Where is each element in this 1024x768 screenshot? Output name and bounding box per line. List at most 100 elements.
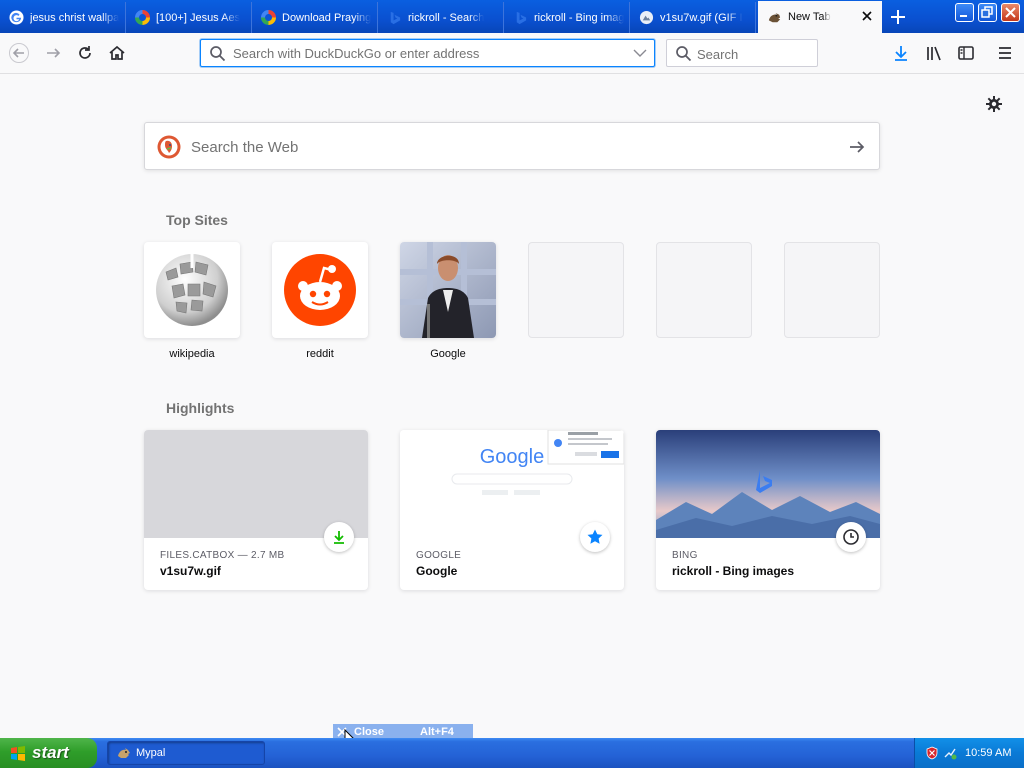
chevron-down-icon[interactable]	[633, 49, 647, 58]
navigation-toolbar	[0, 33, 1024, 74]
top-site-label: wikipedia	[169, 348, 215, 360]
tab-jesus-aesthetic[interactable]: [100+] Jesus Aes	[126, 2, 252, 33]
search-submit-arrow-icon[interactable]	[847, 137, 867, 157]
new-tab-plus-icon[interactable]	[886, 6, 910, 28]
top-site-label: reddit	[306, 348, 334, 360]
windows-taskbar: start Mypal 10:59 AM	[0, 738, 1024, 768]
highlights-heading: Highlights	[166, 400, 235, 416]
highlight-title: Google	[416, 564, 458, 578]
highlight-title: rickroll - Bing images	[672, 564, 795, 578]
highlight-card-bing[interactable]: BING rickroll - Bing images	[656, 430, 880, 590]
highlight-badge	[580, 522, 610, 552]
close-window-button[interactable]	[1001, 3, 1020, 22]
reload-icon	[79, 46, 91, 59]
gear-icon[interactable]	[985, 95, 1003, 113]
home-button[interactable]	[106, 42, 128, 64]
search-icon	[676, 46, 692, 62]
mypal-app-icon	[118, 748, 130, 758]
close-tab-icon[interactable]	[860, 9, 874, 23]
taskbar-app-label: Mypal	[136, 747, 166, 759]
address-input[interactable]	[233, 44, 623, 62]
menu-item-shortcut: Alt+F4	[420, 726, 454, 738]
tab-title: Download Praying	[282, 11, 372, 24]
library-button[interactable]	[923, 42, 945, 64]
tab-jesus-christ-wallpaper[interactable]: jesus christ wallpa	[0, 2, 126, 33]
highlight-source: GOOGLE	[416, 550, 462, 561]
top-site-empty[interactable]	[528, 242, 624, 338]
windows-flag-icon	[11, 746, 25, 761]
star-icon	[587, 529, 603, 544]
web-search-input[interactable]	[191, 137, 811, 157]
tab-title: jesus christ wallpa	[30, 11, 120, 24]
minimize-icon	[960, 15, 967, 17]
search-input[interactable]	[697, 45, 807, 63]
top-site-google[interactable]: Google	[400, 242, 496, 360]
bing-icon	[516, 11, 527, 25]
address-bar[interactable]	[200, 39, 655, 67]
tab-v1su7w-gif[interactable]: v1su7w.gif (GIF I	[630, 2, 756, 33]
wikipedia-globe-icon	[156, 254, 228, 326]
tab-title: v1su7w.gif (GIF I	[660, 11, 743, 24]
sidebar-button[interactable]	[955, 42, 977, 64]
google-wordmark: Google	[480, 446, 545, 468]
download-icon	[334, 531, 344, 544]
minimize-window-button[interactable]	[955, 3, 974, 22]
highlight-badge	[324, 522, 354, 552]
top-site-wikipedia[interactable]: wikipedia	[144, 242, 240, 360]
forward-button[interactable]	[42, 42, 64, 64]
network-status-icon[interactable]	[943, 746, 957, 760]
close-icon	[1005, 7, 1016, 18]
tab-strip: jesus christ wallpa [100+] Jesus Aes Dow…	[0, 0, 1024, 33]
top-site-reddit[interactable]: reddit	[272, 242, 368, 360]
tab-rickroll-bing-images[interactable]: rickroll - Bing imag	[504, 2, 630, 33]
reload-button[interactable]	[74, 42, 96, 64]
downloads-button[interactable]	[890, 42, 912, 64]
restore-window-button[interactable]	[978, 3, 997, 22]
system-clock: 10:59 AM	[965, 747, 1012, 759]
back-arrow-icon	[9, 43, 29, 63]
highlight-title: v1su7w.gif	[160, 564, 221, 578]
forward-arrow-icon	[47, 48, 61, 58]
tab-title: New Tab	[788, 11, 831, 23]
hamburger-menu-icon	[999, 47, 1011, 59]
tab-title: [100+] Jesus Aes	[156, 11, 241, 24]
reddit-alien-icon	[284, 254, 356, 326]
rickroll-thumbnail	[400, 242, 496, 338]
tab-download-praying[interactable]: Download Praying	[252, 2, 378, 33]
search-icon	[210, 46, 226, 62]
sidebar-icon	[958, 46, 974, 60]
chrome-ring-icon	[135, 10, 150, 25]
firefox-icon	[768, 12, 781, 22]
highlight-card-google[interactable]: Google GOOGLE Google	[400, 430, 624, 590]
security-shield-icon[interactable]	[925, 746, 939, 760]
back-button[interactable]	[8, 42, 30, 64]
system-tray: 10:59 AM	[914, 738, 1024, 768]
restore-icon	[981, 6, 993, 18]
tab-title: rickroll - Bing imag	[534, 11, 625, 24]
highlight-card-download[interactable]: FILES.CATBOX — 2.7 MB v1su7w.gif	[144, 430, 368, 590]
start-label: start	[32, 743, 69, 762]
google-g-icon	[9, 10, 24, 25]
menu-button[interactable]	[994, 42, 1016, 64]
top-sites-heading: Top Sites	[166, 212, 228, 228]
highlight-source: FILES.CATBOX — 2.7 MB	[160, 550, 285, 561]
web-search-box[interactable]	[144, 122, 880, 170]
clock-icon	[843, 529, 859, 545]
home-icon	[109, 45, 125, 60]
download-arrow-icon	[895, 46, 907, 61]
start-button[interactable]: start	[0, 738, 97, 768]
tab-new-tab[interactable]: New Tab	[758, 1, 882, 33]
top-site-empty[interactable]	[656, 242, 752, 338]
top-site-label: Google	[430, 348, 466, 360]
bing-icon	[390, 11, 401, 25]
file-icon	[639, 10, 654, 25]
search-bar[interactable]	[666, 39, 818, 67]
library-icon	[927, 46, 941, 61]
tab-title: rickroll - Search	[408, 11, 485, 24]
top-site-empty[interactable]	[784, 242, 880, 338]
duckduckgo-logo-icon	[157, 135, 181, 159]
chrome-ring-icon	[261, 10, 276, 25]
tab-rickroll-search[interactable]: rickroll - Search	[378, 2, 504, 33]
taskbar-app-mypal[interactable]: Mypal	[107, 741, 265, 765]
highlight-source: BING	[672, 550, 698, 561]
